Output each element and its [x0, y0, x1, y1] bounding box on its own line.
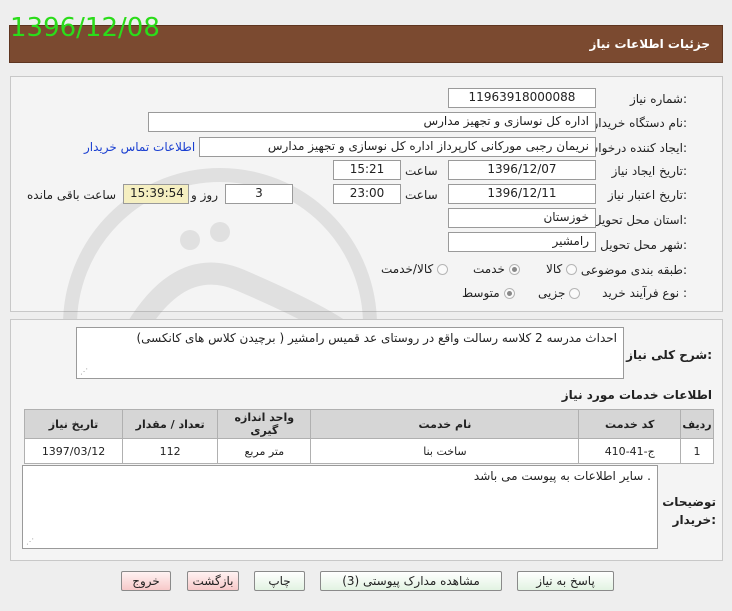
purchase-type-label: نوع فرآیند خرید : — [602, 286, 687, 300]
print-button[interactable]: چاپ — [254, 571, 305, 591]
purchase-option-medium[interactable]: متوسط — [462, 286, 515, 300]
back-button[interactable]: بازگشت — [187, 571, 239, 591]
buyer-org-label: نام دستگاه خریدار: — [592, 116, 688, 130]
category-label: طبقه بندی موضوعی: — [580, 263, 687, 277]
description-text: احداث مدرسه 2 کلاسه رسالت واقع در روستای… — [136, 331, 617, 345]
services-table: تاریخ نیاز تعداد / مقدار واحد اندازه گیر… — [23, 409, 715, 464]
time-remaining-label: ساعت باقی مانده — [27, 188, 117, 202]
col-row: ردیف — [679, 409, 715, 439]
buyer-notes-textarea[interactable]: سایر اطلاعات به پیوست می باشد . ⋰ — [22, 465, 658, 549]
date-stamp: 1396/12/08 — [10, 13, 160, 43]
created-date-label: تاریخ ایجاد نیاز: — [611, 164, 687, 178]
buyer-org-field: اداره کل نوسازی و تجهیز مدارس — [148, 112, 596, 132]
radio-selected-icon[interactable] — [508, 263, 520, 275]
province-field: خوزستان — [448, 208, 596, 228]
description-label: شرح کلی نیاز: — [626, 348, 712, 362]
days-label: روز و — [191, 188, 218, 202]
col-code: کد خدمت — [578, 409, 681, 439]
col-name: نام خدمت — [310, 409, 580, 439]
validity-time-field: 23:00 — [333, 184, 401, 204]
resize-grip-icon[interactable]: ⋰ — [26, 537, 34, 546]
category-option-goods[interactable]: کالا — [546, 262, 578, 276]
category-option-service[interactable]: خدمت — [473, 262, 520, 276]
resize-grip-icon[interactable]: ⋰ — [80, 367, 88, 376]
days-remaining-field: 3 — [225, 184, 293, 204]
cell-code: ج-41-410 — [578, 438, 681, 464]
category-option-goods-label: کالا — [546, 262, 563, 276]
need-number-field: 11963918000088 — [448, 88, 596, 108]
buyer-notes-label: توضیحات خریدار: — [662, 493, 716, 529]
city-field: رامشیر — [448, 232, 596, 252]
purchase-option-minor-label: جزیی — [538, 286, 566, 300]
cell-name: ساخت بنا — [310, 438, 580, 464]
cell-row: 1 — [679, 438, 715, 464]
created-date-field: 1396/12/07 — [448, 160, 596, 180]
need-number-label: شماره نیاز: — [629, 92, 687, 106]
city-label: شهر محل تحویل: — [600, 238, 687, 252]
reply-button[interactable]: پاسخ به نیاز — [517, 571, 614, 591]
validity-date-field: 1396/12/11 — [448, 184, 596, 204]
table-header-row: تاریخ نیاز تعداد / مقدار واحد اندازه گیر… — [23, 409, 715, 439]
cell-qty: 112 — [122, 438, 219, 464]
category-option-service-label: خدمت — [473, 262, 505, 276]
radio-icon[interactable] — [437, 263, 449, 275]
radio-selected-icon[interactable] — [503, 287, 515, 299]
description-textarea[interactable]: احداث مدرسه 2 کلاسه رسالت واقع در روستای… — [76, 327, 624, 379]
province-label: استان محل تحویل: — [592, 213, 687, 227]
exit-button[interactable]: خروج — [121, 571, 171, 591]
buyer-notes-label-line1: توضیحات — [662, 495, 716, 509]
buyer-notes-label-line2: خریدار: — [672, 513, 716, 527]
time-remaining-field: 15:39:54 — [123, 184, 189, 204]
cell-date: 1397/03/12 — [23, 438, 124, 464]
category-option-both-label: کالا/خدمت — [381, 262, 434, 276]
purchase-option-medium-label: متوسط — [462, 286, 500, 300]
created-time-label: ساعت — [405, 164, 438, 178]
requester-field: نریمان رجبی مورکانی کارپرداز اداره کل نو… — [199, 137, 596, 157]
buyer-contact-link[interactable]: اطلاعات تماس خریدار — [84, 140, 195, 154]
purchase-option-minor[interactable]: جزیی — [538, 286, 581, 300]
buyer-notes-text: سایر اطلاعات به پیوست می باشد . — [473, 469, 651, 483]
view-attachments-button[interactable]: مشاهده مدارک پیوستی (3) — [320, 571, 502, 591]
cell-unit: متر مربع — [217, 438, 312, 464]
created-time-field: 15:21 — [333, 160, 401, 180]
col-unit: واحد اندازه گیری — [217, 409, 312, 439]
page-title: جزئیات اطلاعات نیاز — [589, 37, 710, 51]
table-row: 1397/03/12 112 متر مربع ساخت بنا ج-41-41… — [23, 438, 715, 464]
validity-date-label: تاریخ اعتبار نیاز: — [607, 188, 687, 202]
col-qty: تعداد / مقدار — [122, 409, 219, 439]
radio-icon[interactable] — [569, 287, 581, 299]
validity-time-label: ساعت — [405, 188, 438, 202]
category-option-both[interactable]: کالا/خدمت — [381, 262, 449, 276]
radio-icon[interactable] — [566, 263, 578, 275]
col-date: تاریخ نیاز — [23, 409, 124, 439]
services-title: اطلاعات خدمات مورد نیاز — [561, 388, 712, 402]
